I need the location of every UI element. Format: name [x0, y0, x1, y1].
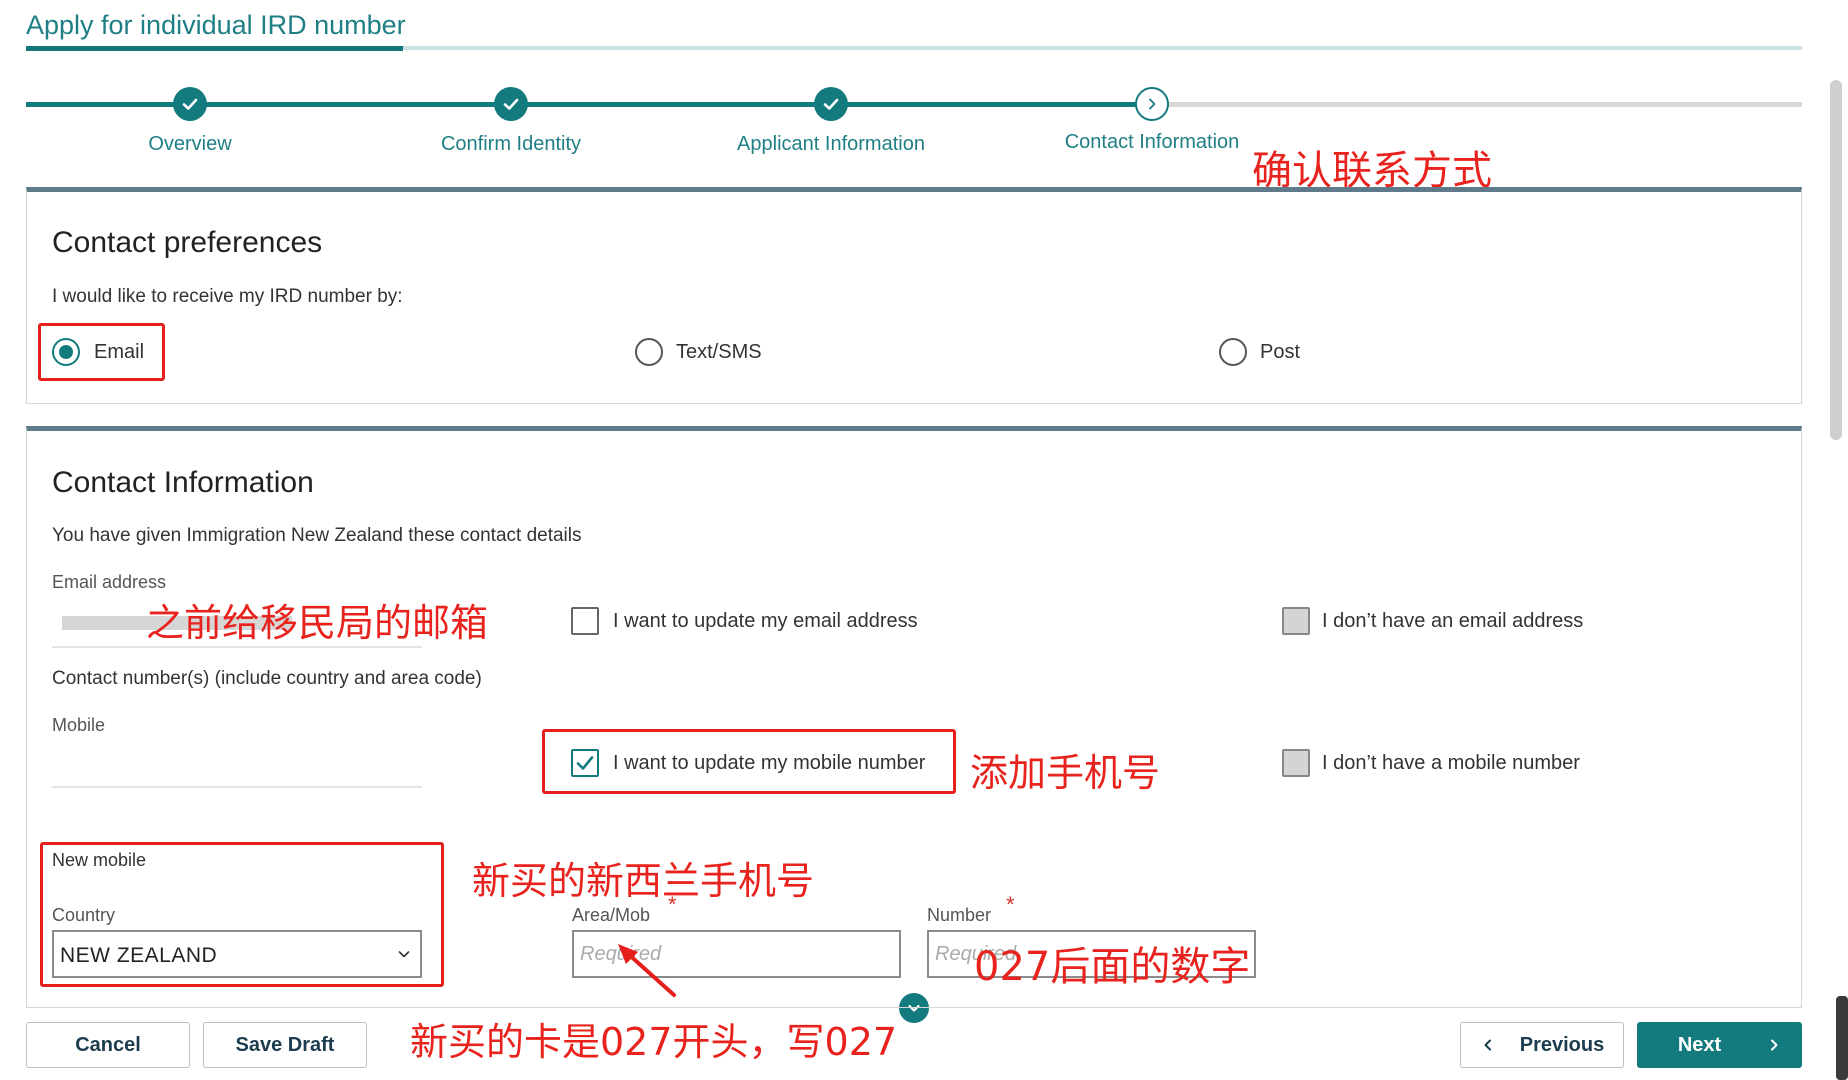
step-label-contact-information[interactable]: Contact Information — [1065, 131, 1240, 154]
chevron-down-icon — [908, 1004, 920, 1012]
radio-text-sms-label[interactable]: Text/SMS — [676, 341, 762, 364]
area-mob-label: Area/Mob — [572, 905, 651, 925]
title-underline — [26, 46, 403, 51]
annotation-arrow-icon — [618, 944, 676, 997]
page-title: Apply for individual IRD number — [26, 10, 406, 40]
step-label-confirm-identity[interactable]: Confirm Identity — [441, 133, 581, 156]
radio-post[interactable] — [1219, 338, 1247, 366]
no-email-label[interactable]: I don’t have an email address — [1322, 610, 1583, 633]
page-scrollbar-handle[interactable] — [1836, 996, 1848, 1080]
step-overview-check-icon[interactable] — [173, 87, 207, 121]
contact-numbers-label: Contact number(s) (include country and a… — [52, 668, 482, 689]
update-email-label[interactable]: I want to update my email address — [613, 610, 918, 633]
contact-information-title: Contact Information — [52, 466, 314, 499]
previous-button-label: Previous — [1519, 1033, 1605, 1056]
save-draft-button[interactable]: Save Draft — [203, 1022, 367, 1068]
no-mobile-label[interactable]: I don’t have a mobile number — [1322, 752, 1580, 775]
annotation-box-email — [38, 323, 165, 381]
next-button-label: Next — [1677, 1033, 1722, 1056]
email-address-label: Email address — [52, 572, 167, 592]
annotation-box-new-mobile — [40, 842, 444, 987]
footer-divider — [26, 1007, 1802, 1008]
no-email-checkbox[interactable] — [1282, 607, 1310, 635]
annotation-new-nz-mobile: 新买的新西兰手机号 — [472, 859, 815, 903]
annotation-box-update-mobile — [542, 729, 956, 794]
step-label-overview[interactable]: Overview — [148, 133, 231, 156]
annotation-number-after-027: 027后面的数字 — [974, 944, 1251, 990]
receive-by-prompt: I would like to receive my IRD number by… — [52, 286, 403, 307]
step-label-applicant-information[interactable]: Applicant Information — [737, 133, 925, 156]
update-email-checkbox[interactable] — [571, 607, 599, 635]
radio-post-label[interactable]: Post — [1260, 341, 1300, 364]
no-mobile-checkbox[interactable] — [1282, 749, 1310, 777]
next-button[interactable]: Next — [1637, 1022, 1802, 1068]
chevron-right-icon — [1771, 1039, 1778, 1051]
annotation-previous-email: 之前给移民局的邮箱 — [146, 601, 489, 645]
number-required-mark: * — [1006, 892, 1015, 917]
chevron-left-icon — [1484, 1039, 1491, 1051]
contact-information-intro: You have given Immigration New Zealand t… — [52, 525, 582, 546]
step-confirm-identity-check-icon[interactable] — [494, 87, 528, 121]
annotation-add-mobile: 添加手机号 — [970, 751, 1161, 795]
page-scrollbar-thumb[interactable] — [1830, 80, 1842, 440]
mobile-field-underline — [52, 786, 422, 788]
annotation-starts-with-027: 新买的卡是027开头，写027 — [410, 1020, 898, 1064]
area-required-mark: * — [668, 892, 677, 917]
number-label: Number — [927, 905, 992, 925]
stepper-line-todo — [1168, 102, 1802, 107]
step-contact-information-chevron-right-icon[interactable] — [1135, 87, 1169, 121]
step-applicant-information-check-icon[interactable] — [814, 87, 848, 121]
radio-text-sms[interactable] — [635, 338, 663, 366]
previous-button[interactable]: Previous — [1460, 1022, 1624, 1068]
contact-preferences-title: Contact preferences — [52, 226, 323, 259]
mobile-label: Mobile — [52, 715, 106, 735]
cancel-button[interactable]: Cancel — [26, 1022, 190, 1068]
scroll-down-button[interactable] — [899, 993, 929, 1023]
